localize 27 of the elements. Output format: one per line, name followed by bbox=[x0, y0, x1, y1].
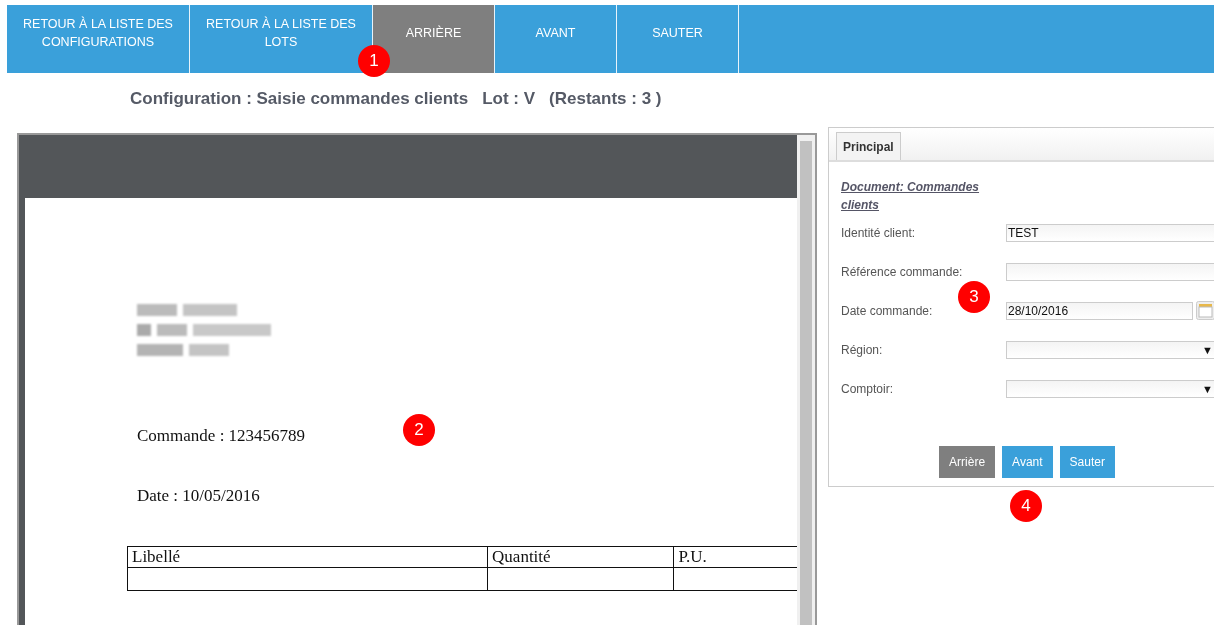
table-header: Libellé bbox=[127, 546, 488, 568]
page-heading: Configuration : Saisie commandes clients bbox=[130, 89, 469, 109]
document-link[interactable]: Document: Commandes clients bbox=[841, 178, 1001, 214]
select-field[interactable]: ▼ bbox=[1006, 379, 1214, 398]
document-text: Date : 10/05/2016 bbox=[137, 486, 260, 506]
field-label: Identité client: bbox=[841, 225, 917, 240]
select-field[interactable]: ▼ bbox=[1006, 340, 1214, 359]
step-marker: 3 bbox=[958, 281, 990, 313]
field-label: Référence commande: bbox=[841, 264, 964, 279]
dropdown-arrow: ▼ bbox=[1202, 343, 1213, 356]
table-header: Quantité bbox=[487, 546, 674, 568]
date-field[interactable]: 28/10/2016 bbox=[1006, 301, 1193, 320]
input-field[interactable] bbox=[1006, 262, 1214, 281]
scrollbar[interactable] bbox=[797, 135, 815, 625]
page-heading: Lot : V bbox=[482, 89, 536, 109]
step-marker: 4 bbox=[1010, 490, 1042, 522]
field-label: Région: bbox=[841, 342, 884, 357]
calendar-icon[interactable] bbox=[1196, 301, 1214, 320]
dropdown-arrow: ▼ bbox=[1202, 382, 1213, 395]
field-label: Comptoir: bbox=[841, 381, 894, 396]
document-text: Commande : 123456789 bbox=[137, 426, 306, 446]
form-button[interactable]: Sauter bbox=[1059, 446, 1115, 478]
page-heading: (Restants : 3 ) bbox=[549, 89, 662, 109]
form-button[interactable]: Avant bbox=[1002, 446, 1053, 478]
field-label: Date commande: bbox=[841, 303, 934, 318]
tab[interactable]: Principal bbox=[836, 132, 901, 160]
input-field[interactable]: TEST bbox=[1006, 223, 1214, 242]
